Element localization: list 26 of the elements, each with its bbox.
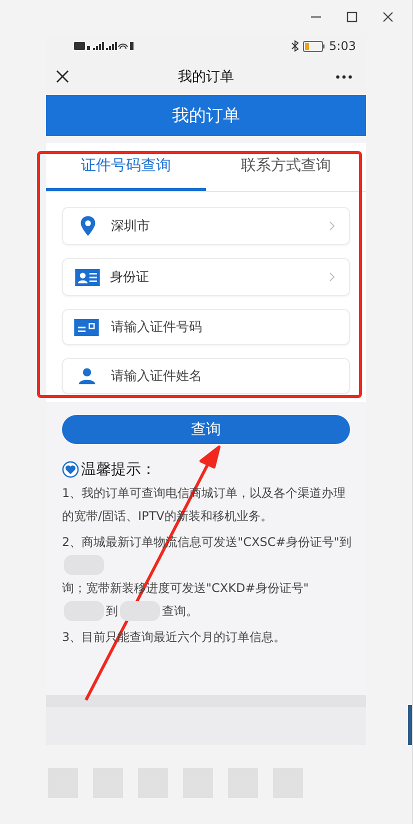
close-icon[interactable] xyxy=(382,11,394,23)
maximize-icon[interactable] xyxy=(346,11,358,23)
tip-text: 查询。 xyxy=(162,603,198,620)
more-icon[interactable] xyxy=(336,74,352,78)
input-field[interactable]: 请输入证件姓名 xyxy=(62,358,350,394)
blurred-area xyxy=(120,601,160,621)
select-field[interactable]: 深圳市 xyxy=(62,207,350,245)
select-field[interactable]: 身份证 xyxy=(62,258,350,296)
tips-title: 温馨提示： xyxy=(81,460,156,479)
chevron-icon xyxy=(329,272,335,282)
tip-text: 到 xyxy=(106,603,118,620)
header-title: 我的订单 xyxy=(46,95,366,136)
close-icon[interactable] xyxy=(56,70,69,83)
tab[interactable]: 证件号码查询 xyxy=(46,143,206,191)
battery-icon xyxy=(303,40,326,52)
input-field[interactable]: 请输入证件号码 xyxy=(62,309,350,345)
tab[interactable]: 联系方式查询 xyxy=(206,143,366,191)
id-card-icon xyxy=(75,268,100,286)
query-button[interactable]: 查询 xyxy=(62,415,350,444)
bluetooth-icon xyxy=(291,40,300,52)
status-time: 5:03 xyxy=(329,39,356,53)
location-pin-icon xyxy=(79,215,97,237)
card-icon xyxy=(74,318,99,336)
chevron-icon xyxy=(329,221,335,231)
page-title: 我的订单 xyxy=(177,68,235,86)
signal-icon xyxy=(74,41,134,51)
